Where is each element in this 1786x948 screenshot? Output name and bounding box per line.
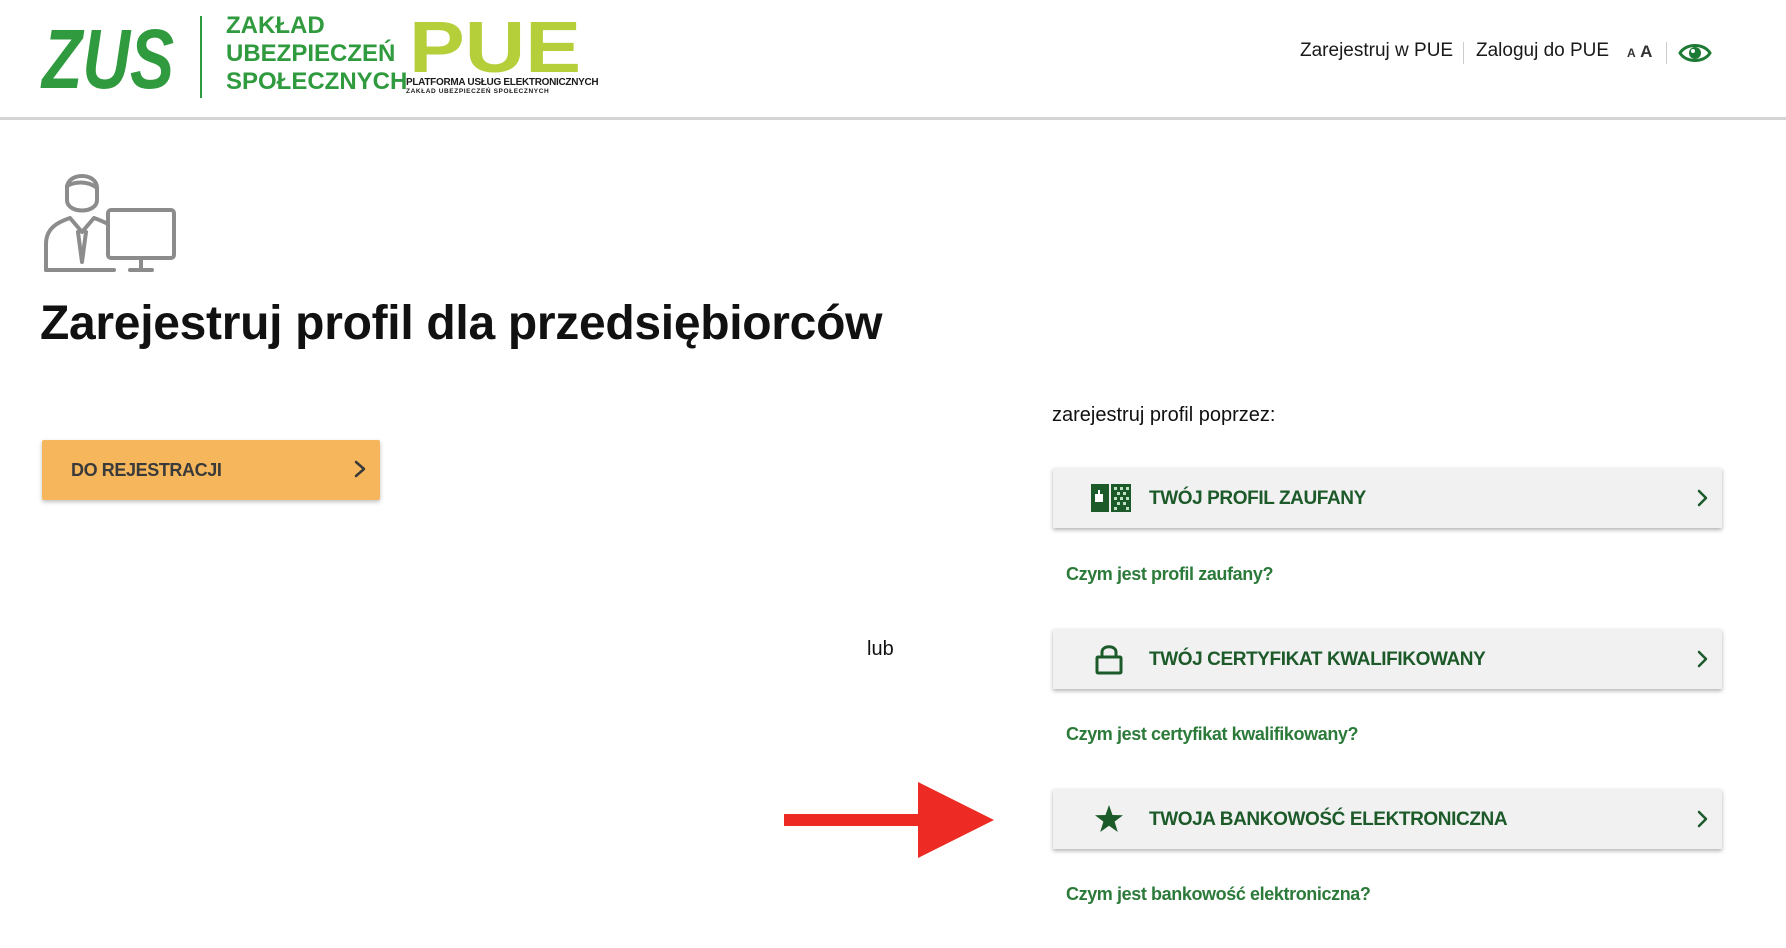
font-size-small-button[interactable]: A (1627, 46, 1636, 60)
star-icon (1095, 805, 1123, 832)
logo-divider (200, 16, 202, 98)
eye-icon[interactable] (1678, 40, 1712, 66)
option-label: TWÓJ PROFIL ZAUFANY (1149, 488, 1366, 509)
org-name-line-3: SPOŁECZNYCH (226, 68, 408, 95)
nav-register-link[interactable]: Zarejestruj w PUE (1300, 40, 1453, 62)
option-label: TWÓJ CERTYFIKAT KWALIFIKOWANY (1149, 649, 1486, 670)
chevron-right-icon (354, 460, 366, 478)
nav-login-link[interactable]: Zaloguj do PUE (1476, 40, 1609, 62)
option-trusted-profile[interactable]: TWÓJ PROFIL ZAUFANY (1053, 468, 1722, 528)
option-online-banking[interactable]: TWOJA BANKOWOŚĆ ELEKTRONICZNA (1053, 789, 1722, 849)
user-computer-icon (44, 174, 176, 272)
zus-logo[interactable]: ZUS (40, 16, 176, 96)
org-name: ZAKŁAD UBEZPIECZEŃ SPOŁECZNYCH (226, 12, 407, 96)
font-size-control: A A (1627, 42, 1652, 62)
org-name-line-1: ZAKŁAD (226, 12, 325, 39)
zus-logo-text: ZUS (40, 16, 174, 96)
nav-separator (1666, 42, 1667, 64)
trusted-profile-icon (1091, 484, 1131, 512)
pue-subtitle-small: ZAKŁAD UBEZPIECZEŃ SPOŁECZNYCH (406, 88, 550, 95)
chevron-right-icon (1697, 810, 1708, 828)
site-header: ZUS ZAKŁAD UBEZPIECZEŃ SPOŁECZNYCH PUE P… (0, 0, 1786, 120)
page-title: Zarejestruj profil dla przedsiębiorców (40, 297, 883, 350)
register-via-label: zarejestruj profil poprzez: (1052, 404, 1276, 426)
org-name-line-2: UBEZPIECZEŃ (226, 40, 396, 67)
padlock-icon (1095, 645, 1123, 675)
pue-subtitle-main: PLATFORMA USŁUG ELEKTRONICZNYCH (406, 77, 599, 88)
register-button[interactable]: DO REJESTRACJI (42, 440, 380, 500)
pue-logo-text: PUE (409, 14, 581, 76)
nav-separator (1463, 42, 1464, 64)
or-label: lub (867, 638, 894, 660)
register-button-label: DO REJESTRACJI (71, 460, 222, 480)
option-label: TWOJA BANKOWOŚĆ ELEKTRONICZNA (1149, 809, 1508, 830)
chevron-right-icon (1697, 650, 1708, 668)
help-link-trusted-profile[interactable]: Czym jest profil zaufany? (1066, 564, 1273, 585)
help-link-online-banking[interactable]: Czym jest bankowość elektroniczna? (1066, 884, 1371, 905)
chevron-right-icon (1697, 489, 1708, 507)
pue-logo[interactable]: PUE (406, 14, 584, 76)
option-qualified-certificate[interactable]: TWÓJ CERTYFIKAT KWALIFIKOWANY (1053, 629, 1722, 689)
red-arrow-annotation (784, 782, 994, 858)
pue-subtitle: PLATFORMA USŁUG ELEKTRONICZNYCH ZAKŁAD U… (406, 77, 599, 96)
font-size-large-button[interactable]: A (1640, 42, 1652, 61)
help-link-qualified-certificate[interactable]: Czym jest certyfikat kwalifikowany? (1066, 724, 1359, 745)
